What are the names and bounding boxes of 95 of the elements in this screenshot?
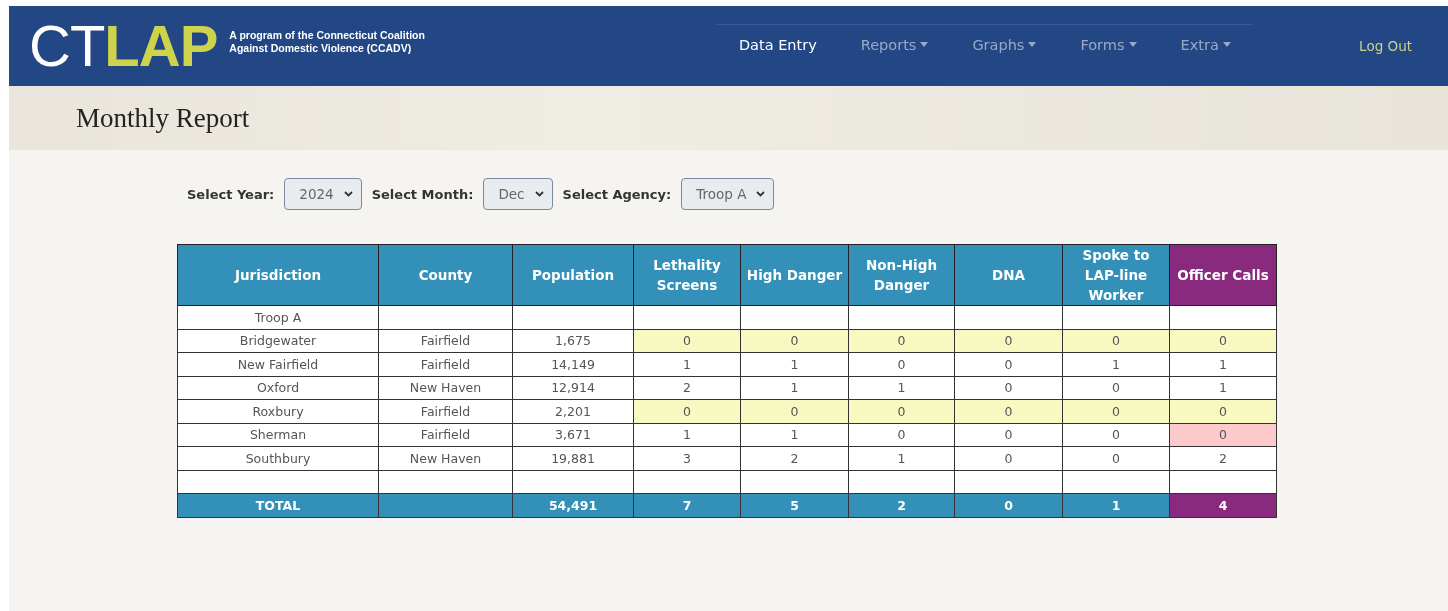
- table-cell: 12,914: [512, 376, 634, 400]
- total-cell: 4: [1169, 493, 1277, 517]
- table-cell: Fairfield: [378, 352, 513, 376]
- table-cell: 3,671: [512, 423, 634, 447]
- table-cell: 0: [1169, 329, 1277, 353]
- table-cell: Roxbury: [177, 399, 379, 423]
- nav-link[interactable]: Extra: [1158, 36, 1253, 53]
- column-header: Officer Calls: [1169, 244, 1277, 306]
- table-cell: 1: [848, 376, 955, 400]
- total-cell: 2: [848, 493, 955, 517]
- table-cell: 0: [1062, 399, 1170, 423]
- nav-link[interactable]: Reports: [838, 36, 951, 53]
- table-cell: 0: [848, 329, 955, 353]
- table-cell: 19,881: [512, 446, 634, 470]
- logo-text: LAP: [104, 17, 218, 75]
- table-cell: 1: [1169, 376, 1277, 400]
- table-cell: 0: [954, 376, 1063, 400]
- total-label: TOTAL: [177, 493, 379, 517]
- table-cell: 0: [954, 399, 1063, 423]
- caret-icon: [1128, 42, 1137, 47]
- table-cell: 0: [1169, 423, 1277, 447]
- table-cell: 1: [740, 376, 849, 400]
- filter-label: Select Agency:: [562, 186, 672, 202]
- column-header: Lethality Screens: [633, 244, 741, 306]
- table-cell: 3: [633, 446, 741, 470]
- total-cell: 5: [740, 493, 849, 517]
- nav-link[interactable]: Graphs: [950, 36, 1059, 53]
- table-cell: 0: [1062, 329, 1170, 353]
- caret-icon: [1028, 42, 1037, 47]
- tagline: A program of the Connecticut Coalition Against Domestic Violence (CCADV): [229, 29, 425, 55]
- table-cell: 0: [740, 399, 849, 423]
- page-title: Monthly Report: [76, 102, 250, 134]
- nav-link[interactable]: Forms: [1058, 36, 1159, 53]
- chevron-icon: [756, 191, 766, 197]
- table-cell: Bridgewater: [177, 329, 379, 353]
- table-cell: Southbury: [177, 446, 379, 470]
- table-cell: Fairfield: [378, 423, 513, 447]
- table-cell: 1: [848, 446, 955, 470]
- nav-link[interactable]: Data Entry: [716, 36, 839, 53]
- table-cell: 0: [954, 329, 1063, 353]
- table-cell: 1,675: [512, 329, 634, 353]
- column-header: DNA: [954, 244, 1063, 306]
- column-header: County: [378, 244, 513, 306]
- total-cell: 0: [954, 493, 1063, 517]
- filter-label: Select Year:: [187, 186, 275, 202]
- table-cell: 1: [740, 352, 849, 376]
- table-cell: 0: [848, 352, 955, 376]
- logout-link[interactable]: Log Out: [1353, 37, 1418, 55]
- table-cell: Sherman: [177, 423, 379, 447]
- table-cell: 0: [740, 329, 849, 353]
- total-cell: 7: [633, 493, 741, 517]
- table-cell: 0: [1062, 423, 1170, 447]
- table-cell: 0: [848, 423, 955, 447]
- column-header: High Danger: [740, 244, 849, 306]
- table-cell: 1: [1169, 352, 1277, 376]
- table-cell: 1: [1062, 352, 1170, 376]
- table-cell: 2: [740, 446, 849, 470]
- table-cell: 0: [1062, 376, 1170, 400]
- total-cell: 1: [1062, 493, 1170, 517]
- total-cell: 54,491: [512, 493, 634, 517]
- column-header: Population: [512, 244, 634, 306]
- table-cell: Troop A: [177, 305, 379, 329]
- column-header: Jurisdiction: [177, 244, 379, 306]
- table-cell: 1: [633, 423, 741, 447]
- table-cell: 2,201: [512, 399, 634, 423]
- table-cell: Fairfield: [378, 329, 513, 353]
- table-cell: 0: [633, 329, 741, 353]
- select-dropdown[interactable]: Troop A: [681, 178, 775, 210]
- table-cell: New Fairfield: [177, 352, 379, 376]
- chevron-icon: [343, 191, 353, 197]
- table-cell: Fairfield: [378, 399, 513, 423]
- table-cell: 0: [954, 446, 1063, 470]
- select-dropdown[interactable]: 2024: [284, 178, 362, 210]
- select-dropdown[interactable]: Dec: [483, 178, 553, 210]
- table-cell: 0: [633, 399, 741, 423]
- table-cell: 1: [740, 423, 849, 447]
- filter-label: Select Month:: [371, 186, 474, 202]
- table-cell: Oxford: [177, 376, 379, 400]
- table-cell: New Haven: [378, 376, 513, 400]
- logo-text: CT: [29, 17, 105, 75]
- table-cell: 0: [848, 399, 955, 423]
- table-cell: 0: [1169, 399, 1277, 423]
- column-header: Spoke to LAP-line Worker: [1062, 244, 1170, 306]
- table-cell: 2: [633, 376, 741, 400]
- table-cell: 1: [633, 352, 741, 376]
- table-cell: 2: [1169, 446, 1277, 470]
- table-cell: 0: [954, 423, 1063, 447]
- column-header: Non-High Danger: [848, 244, 955, 306]
- caret-icon: [920, 42, 929, 47]
- table-cell: 14,149: [512, 352, 634, 376]
- table-cell: 0: [954, 352, 1063, 376]
- caret-icon: [1222, 42, 1231, 47]
- chevron-icon: [534, 191, 544, 197]
- table-cell: New Haven: [378, 446, 513, 470]
- table-cell: 0: [1062, 446, 1170, 470]
